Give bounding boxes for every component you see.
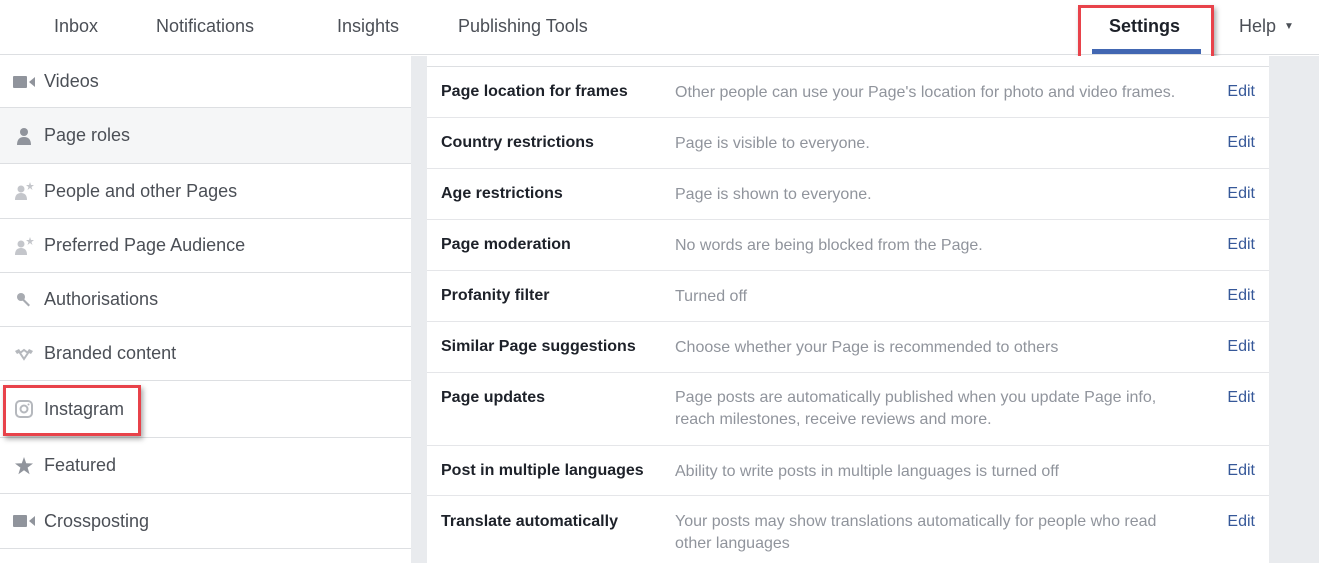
person-star-icon: [12, 236, 36, 256]
edit-link[interactable]: Edit: [1227, 462, 1255, 480]
setting-description: Page is shown to everyone.: [675, 186, 872, 203]
sidebar-item-label: People and other Pages: [44, 180, 238, 201]
setting-description: Page posts are automatically published w…: [675, 389, 1157, 428]
settings-sidebar: Videos Page roles People and other Pages…: [0, 56, 411, 563]
edit-link[interactable]: Edit: [1227, 83, 1255, 101]
person-icon: [12, 126, 36, 146]
sidebar-item-label: Instagram: [44, 398, 125, 419]
sidebar-item-instagram[interactable]: Instagram: [0, 381, 411, 438]
sidebar-item-label: Branded content: [44, 343, 177, 363]
sidebar-item-preferred-page-audience[interactable]: Preferred Page Audience: [0, 219, 411, 273]
edit-link[interactable]: Edit: [1227, 134, 1255, 152]
settings-row-page-moderation: Page moderation No words are being block…: [427, 220, 1269, 271]
star-icon: [12, 456, 36, 476]
sidebar-item-featured[interactable]: Featured: [0, 438, 411, 494]
settings-row-age-restrictions: Age restrictions Page is shown to everyo…: [427, 169, 1269, 220]
settings-row-profanity-filter: Profanity filter Turned off Edit: [427, 271, 1269, 322]
settings-row-similar-page-suggestions: Similar Page suggestions Choose whether …: [427, 322, 1269, 373]
settings-row-page-updates: Page updates Page posts are automaticall…: [427, 373, 1269, 446]
settings-row-translate-automatically: Translate automatically Your posts may s…: [427, 496, 1269, 563]
setting-title: Page moderation: [441, 236, 571, 253]
setting-description: Other people can use your Page's locatio…: [675, 84, 1176, 101]
setting-title: Age restrictions: [441, 185, 563, 202]
sidebar-item-branded-content[interactable]: Branded content: [0, 327, 411, 381]
setting-description: Ability to write posts in multiple langu…: [675, 463, 1059, 480]
sidebar-item-authorisations[interactable]: Authorisations: [0, 273, 411, 327]
help-label: Help: [1239, 16, 1277, 36]
nav-tab-publishing-tools[interactable]: Publishing Tools: [458, 16, 588, 37]
edit-link[interactable]: Edit: [1227, 513, 1255, 531]
sidebar-item-page-roles[interactable]: Page roles: [0, 108, 411, 164]
sidebar-item-label: Crossposting: [44, 510, 150, 531]
sidebar-item-videos[interactable]: Videos: [0, 56, 411, 108]
general-settings-panel: Page location for frames Other people ca…: [427, 56, 1269, 563]
setting-title: Country restrictions: [441, 134, 594, 151]
person-star-icon: [12, 181, 36, 201]
setting-title: Similar Page suggestions: [441, 338, 636, 355]
setting-title: Page updates: [441, 389, 546, 406]
settings-row-post-in-multiple-languages: Post in multiple languages Ability to wr…: [427, 446, 1269, 496]
nav-tab-inbox[interactable]: Inbox: [54, 16, 98, 37]
sidebar-item-label: Featured: [44, 455, 117, 475]
handshake-icon: [12, 344, 36, 364]
active-tab-indicator: [1092, 49, 1201, 54]
right-gutter: [1269, 56, 1319, 563]
instagram-icon: [12, 399, 36, 419]
setting-title: Post in multiple languages: [441, 462, 644, 479]
setting-description: Page is visible to everyone.: [675, 135, 870, 152]
video-camera-icon: [12, 511, 36, 531]
setting-description: Your posts may show translations automat…: [675, 513, 1157, 552]
sidebar-item-label: Videos: [44, 71, 99, 91]
sidebar-item-label: Preferred Page Audience: [44, 235, 246, 255]
setting-description: Turned off: [675, 288, 748, 305]
edit-link[interactable]: Edit: [1227, 236, 1255, 254]
top-navigation: Inbox Notifications Insights Publishing …: [0, 0, 1319, 55]
caret-down-icon: ▼: [1284, 21, 1294, 32]
edit-link[interactable]: Edit: [1227, 389, 1255, 407]
setting-description: Choose whether your Page is recommended …: [675, 339, 1059, 356]
setting-title: Profanity filter: [441, 287, 550, 304]
sidebar-item-people-and-other-pages[interactable]: People and other Pages: [0, 164, 411, 219]
nav-tab-notifications[interactable]: Notifications: [156, 16, 254, 37]
settings-row-country-restrictions: Country restrictions Page is visible to …: [427, 118, 1269, 169]
setting-description: No words are being blocked from the Page…: [675, 237, 983, 254]
settings-row-page-location-for-frames: Page location for frames Other people ca…: [427, 67, 1269, 118]
video-camera-icon: [12, 72, 36, 92]
nav-tab-insights[interactable]: Insights: [337, 16, 399, 37]
sidebar-item-crossposting[interactable]: Crossposting: [0, 494, 411, 549]
edit-link[interactable]: Edit: [1227, 287, 1255, 305]
edit-link[interactable]: Edit: [1227, 185, 1255, 203]
nav-tab-settings[interactable]: Settings: [1109, 16, 1180, 37]
nav-tab-help[interactable]: Help ▼: [1239, 16, 1294, 37]
sidebar-item-label: Page roles: [44, 125, 131, 145]
sidebar-item-label: Authorisations: [44, 289, 159, 309]
edit-link[interactable]: Edit: [1227, 338, 1255, 356]
setting-title: Page location for frames: [441, 83, 628, 100]
left-gutter: [411, 56, 427, 563]
setting-title: Translate automatically: [441, 513, 618, 530]
key-icon: [12, 290, 36, 310]
